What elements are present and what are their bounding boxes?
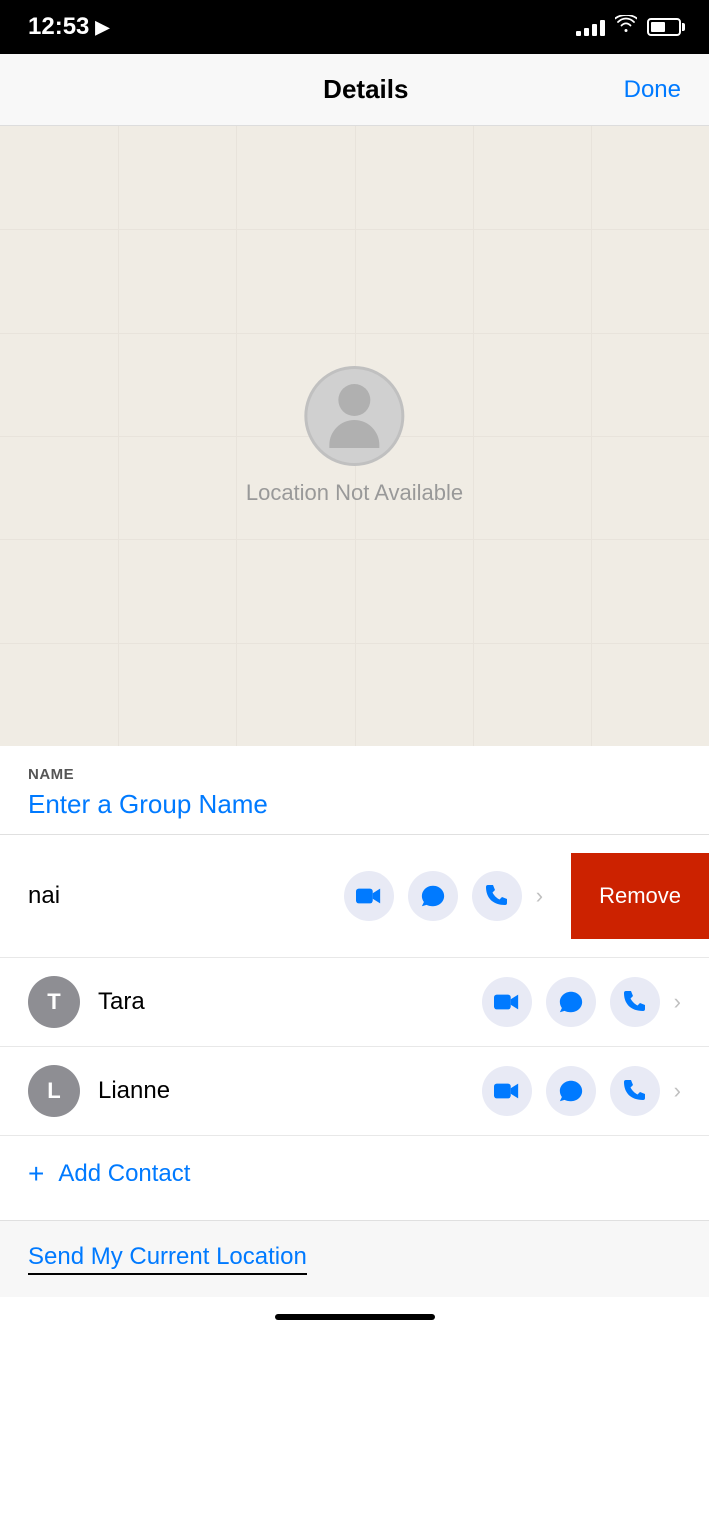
page-title: Details [323,74,408,105]
map-view: Location Not Available [0,126,709,746]
wifi-icon [615,15,637,39]
video-call-button[interactable] [482,1066,532,1116]
avatar: T [28,976,80,1028]
done-button[interactable]: Done [624,76,681,104]
contact-row: L Lianne [0,1047,709,1136]
person-icon [330,384,380,448]
name-label: NAME [28,766,681,783]
add-contact-button[interactable]: + Add Contact [0,1136,709,1212]
message-icon [558,989,584,1015]
map-center-content: Location Not Available [246,366,463,506]
video-call-button[interactable] [344,871,394,921]
message-button[interactable] [546,1066,596,1116]
contact-row: T Tara [0,958,709,1047]
remove-button[interactable]: Remove [571,853,709,939]
avatar: L [28,1065,80,1117]
contact-row-inner: L Lianne [28,1065,709,1117]
video-icon [494,989,520,1015]
phone-button[interactable] [610,977,660,1027]
nav-bar: Details Done [0,54,709,126]
content-area: NAME Enter a Group Name nai [0,746,709,1212]
home-bar [275,1314,435,1320]
signal-bars-icon [576,18,605,36]
home-indicator [0,1297,709,1337]
phone-icon [622,989,648,1015]
message-button[interactable] [408,871,458,921]
video-call-button[interactable] [482,977,532,1027]
chevron-right-icon: › [536,883,543,909]
chevron-right-icon: › [674,1078,681,1104]
contact-actions: › [482,977,695,1027]
message-icon [558,1078,584,1104]
video-icon [356,883,382,909]
contact-row: nai [0,835,709,958]
status-time: 12:53 ▶ [28,13,109,41]
send-location-label: Send My Current Location [28,1243,307,1275]
name-section: NAME Enter a Group Name [0,746,709,835]
video-icon [494,1078,520,1104]
location-arrow-icon: ▶ [95,17,109,38]
message-button[interactable] [546,977,596,1027]
time-display: 12:53 [28,13,89,41]
contact-row-inner: T Tara [28,976,709,1028]
add-contact-label: Add Contact [58,1160,190,1188]
plus-icon: + [28,1158,44,1190]
swiped-contact-content: nai [0,871,571,921]
phone-button[interactable] [472,871,522,921]
contact-actions: › [482,1066,695,1116]
contact-actions: › [344,871,557,921]
battery-icon [647,18,681,36]
phone-button[interactable] [610,1066,660,1116]
chevron-right-icon: › [674,989,681,1015]
status-icons [576,15,681,39]
contact-name: Lianne [98,1077,482,1105]
contact-name: nai [28,882,344,910]
phone-icon [484,883,510,909]
phone-icon [622,1078,648,1104]
contact-name: Tara [98,988,482,1016]
group-name-input[interactable]: Enter a Group Name [28,789,681,820]
bottom-area: Send My Current Location [0,1220,709,1297]
location-status-text: Location Not Available [246,480,463,506]
send-location-button[interactable]: Send My Current Location [28,1243,307,1270]
contacts-list: nai [0,835,709,1212]
status-bar: 12:53 ▶ [0,0,709,54]
avatar [305,366,405,466]
message-icon [420,883,446,909]
